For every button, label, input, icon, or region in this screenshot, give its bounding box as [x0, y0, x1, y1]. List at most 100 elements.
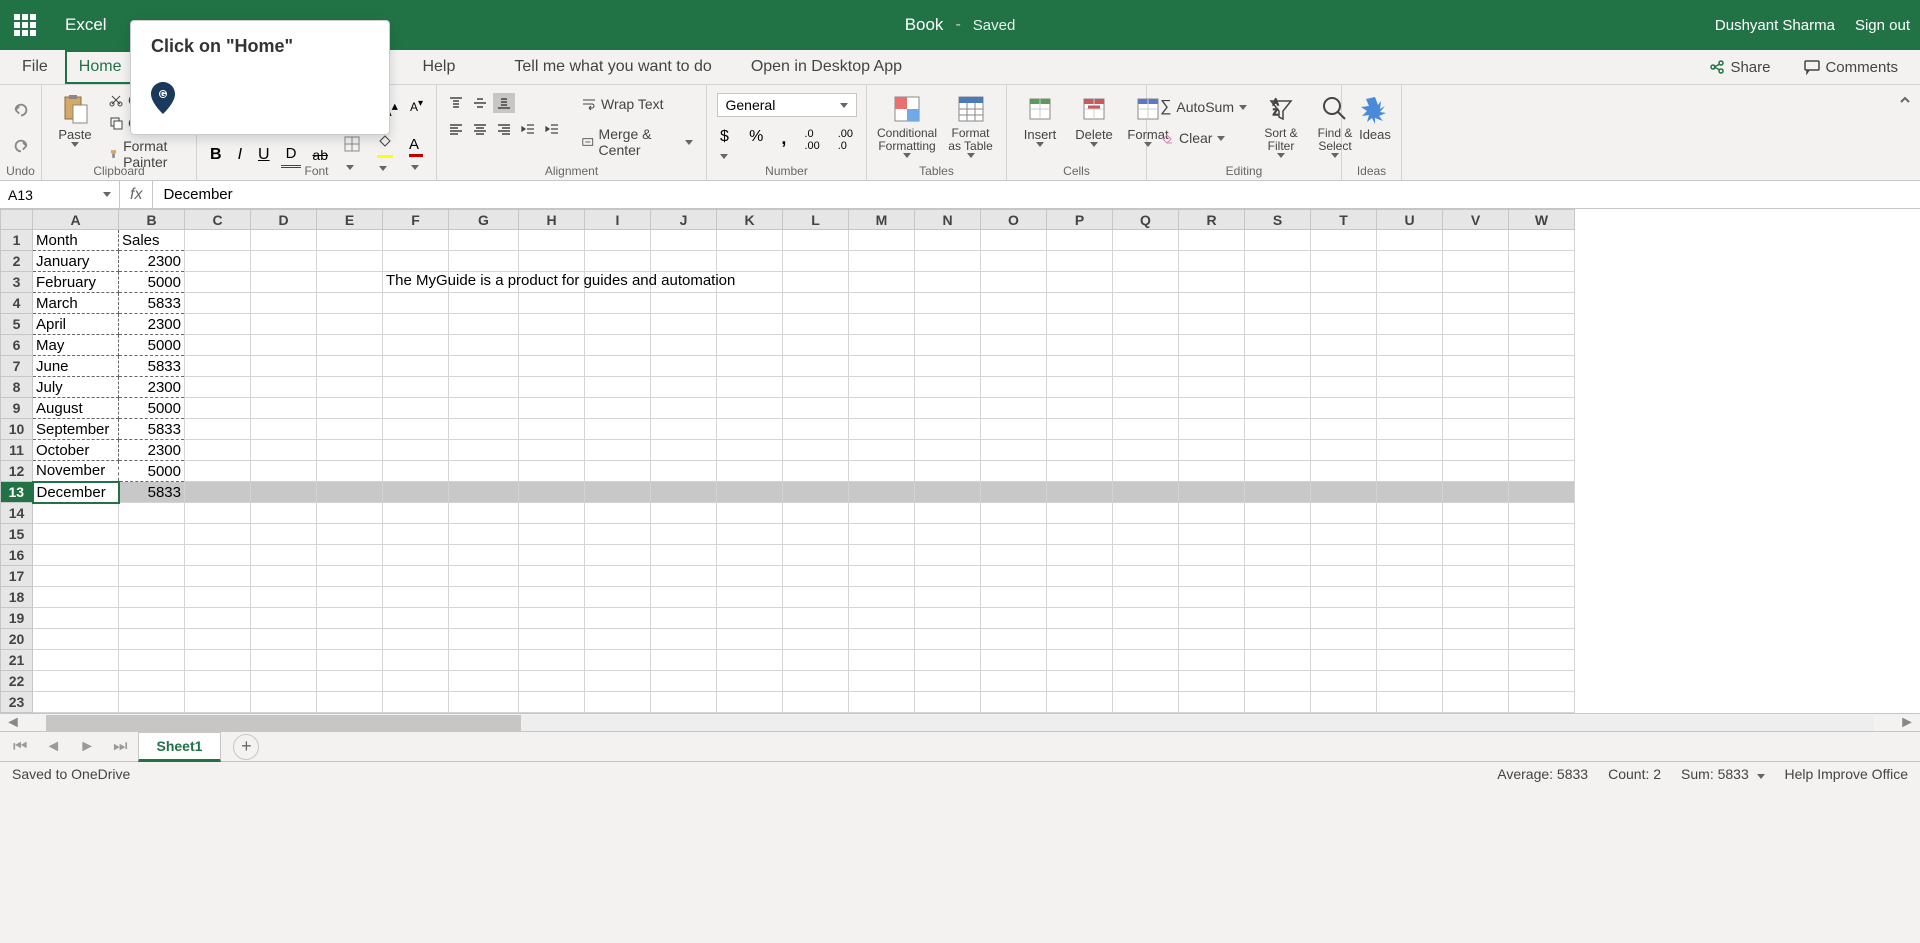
increase-indent-button[interactable] [541, 119, 563, 139]
row-header-11[interactable]: 11 [1, 440, 33, 461]
percent-button[interactable]: % [744, 125, 768, 167]
row-header-23[interactable]: 23 [1, 692, 33, 713]
col-header-I[interactable]: I [585, 210, 651, 230]
strikethrough-button[interactable]: ab [307, 144, 333, 166]
align-bottom-button[interactable] [493, 93, 515, 113]
user-name[interactable]: Dushyant Sharma [1715, 17, 1835, 34]
cell-A9[interactable]: August [33, 398, 119, 419]
sheet-nav-first[interactable]: ⏮ [5, 734, 35, 760]
col-header-B[interactable]: B [119, 210, 185, 230]
decrease-font-button[interactable]: A▾ [405, 95, 428, 123]
cell-B7[interactable]: 5833 [119, 356, 185, 377]
col-header-F[interactable]: F [383, 210, 449, 230]
row-header-12[interactable]: 12 [1, 461, 33, 482]
row-header-8[interactable]: 8 [1, 377, 33, 398]
row-header-2[interactable]: 2 [1, 251, 33, 272]
cell-A4[interactable]: March [33, 293, 119, 314]
comma-button[interactable]: , [776, 125, 791, 167]
sheet-nav-next[interactable]: ► [71, 734, 103, 760]
increase-decimal-button[interactable]: .0.00 [799, 125, 824, 167]
cell-A1[interactable]: Month [33, 230, 119, 251]
collapse-ribbon-button[interactable] [1890, 85, 1920, 180]
sort-filter-button[interactable]: AZ Sort & Filter [1256, 89, 1306, 162]
autosum-button[interactable]: ∑ AutoSum [1155, 95, 1252, 119]
cell-B12[interactable]: 5000 [119, 461, 185, 482]
cell-B4[interactable]: 5833 [119, 293, 185, 314]
col-header-U[interactable]: U [1377, 210, 1443, 230]
delete-button[interactable]: Delete [1069, 89, 1119, 151]
menu-help[interactable]: Help [410, 52, 467, 82]
cell-B11[interactable]: 2300 [119, 440, 185, 461]
merge-center-button[interactable]: Merge & Center [577, 123, 698, 161]
col-header-J[interactable]: J [651, 210, 717, 230]
row-header-19[interactable]: 19 [1, 608, 33, 629]
paste-button[interactable]: Paste [50, 89, 100, 151]
row-header-9[interactable]: 9 [1, 398, 33, 419]
col-header-N[interactable]: N [915, 210, 981, 230]
row-header-10[interactable]: 10 [1, 419, 33, 440]
align-center-button[interactable] [469, 119, 491, 139]
cell-A3[interactable]: February [33, 272, 119, 293]
row-header-4[interactable]: 4 [1, 293, 33, 314]
horizontal-scrollbar[interactable]: ◄ ► [0, 713, 1920, 731]
app-launcher-icon[interactable] [10, 10, 40, 40]
cell-B9[interactable]: 5000 [119, 398, 185, 419]
fx-icon[interactable]: fx [120, 181, 153, 208]
add-sheet-button[interactable]: + [233, 734, 259, 760]
align-right-button[interactable] [493, 119, 515, 139]
row-header-18[interactable]: 18 [1, 587, 33, 608]
col-header-M[interactable]: M [849, 210, 915, 230]
col-header-O[interactable]: O [981, 210, 1047, 230]
col-header-E[interactable]: E [317, 210, 383, 230]
col-header-H[interactable]: H [519, 210, 585, 230]
col-header-P[interactable]: P [1047, 210, 1113, 230]
share-button[interactable]: Share [1697, 54, 1782, 81]
cell-B8[interactable]: 2300 [119, 377, 185, 398]
menu-open-desktop[interactable]: Open in Desktop App [739, 52, 914, 82]
row-header-7[interactable]: 7 [1, 356, 33, 377]
sheet-tab-sheet1[interactable]: Sheet1 [138, 732, 222, 762]
col-header-T[interactable]: T [1311, 210, 1377, 230]
cell-A13[interactable]: December [33, 482, 119, 503]
col-header-A[interactable]: A [33, 210, 119, 230]
align-middle-button[interactable] [469, 93, 491, 113]
decrease-decimal-button[interactable]: .00.0 [833, 125, 858, 167]
sheet-nav-prev[interactable]: ◄ [37, 734, 69, 760]
cell-A5[interactable]: April [33, 314, 119, 335]
sheet-nav-last[interactable]: ⏭ [105, 734, 135, 760]
row-header-21[interactable]: 21 [1, 650, 33, 671]
currency-button[interactable]: $ [715, 125, 736, 167]
ideas-button[interactable]: Ideas [1350, 89, 1400, 146]
row-header-16[interactable]: 16 [1, 545, 33, 566]
align-top-button[interactable] [445, 93, 467, 113]
row-header-5[interactable]: 5 [1, 314, 33, 335]
redo-button[interactable] [6, 131, 36, 166]
row-header-3[interactable]: 3 [1, 272, 33, 293]
row-header-17[interactable]: 17 [1, 566, 33, 587]
col-header-D[interactable]: D [251, 210, 317, 230]
col-header-R[interactable]: R [1179, 210, 1245, 230]
sign-out-link[interactable]: Sign out [1855, 17, 1910, 34]
cell-B2[interactable]: 2300 [119, 251, 185, 272]
cell-A10[interactable]: September [33, 419, 119, 440]
format-as-table-button[interactable]: Format as Table [943, 89, 998, 162]
number-format-dropdown[interactable]: General [717, 93, 857, 117]
col-header-Q[interactable]: Q [1113, 210, 1179, 230]
cell-A11[interactable]: October [33, 440, 119, 461]
menu-tell-me[interactable]: Tell me what you want to do [502, 52, 723, 82]
col-header-G[interactable]: G [449, 210, 519, 230]
document-name[interactable]: Book [905, 15, 944, 35]
row-header-13[interactable]: 13 [1, 482, 33, 503]
col-header-S[interactable]: S [1245, 210, 1311, 230]
cell-A2[interactable]: January [33, 251, 119, 272]
comments-button[interactable]: Comments [1792, 54, 1910, 81]
undo-button[interactable] [6, 95, 36, 130]
cell-B13[interactable]: 5833 [119, 482, 185, 503]
col-header-W[interactable]: W [1509, 210, 1575, 230]
insert-button[interactable]: Insert [1015, 89, 1065, 151]
cell-F3[interactable]: The MyGuide is a product for guides and … [383, 272, 449, 293]
cell-B1[interactable]: Sales [119, 230, 185, 251]
menu-file[interactable]: File [10, 52, 60, 82]
cell-B6[interactable]: 5000 [119, 335, 185, 356]
spreadsheet-grid[interactable]: A B C D E F G H I J K L M N O P Q R S T … [0, 209, 1920, 713]
